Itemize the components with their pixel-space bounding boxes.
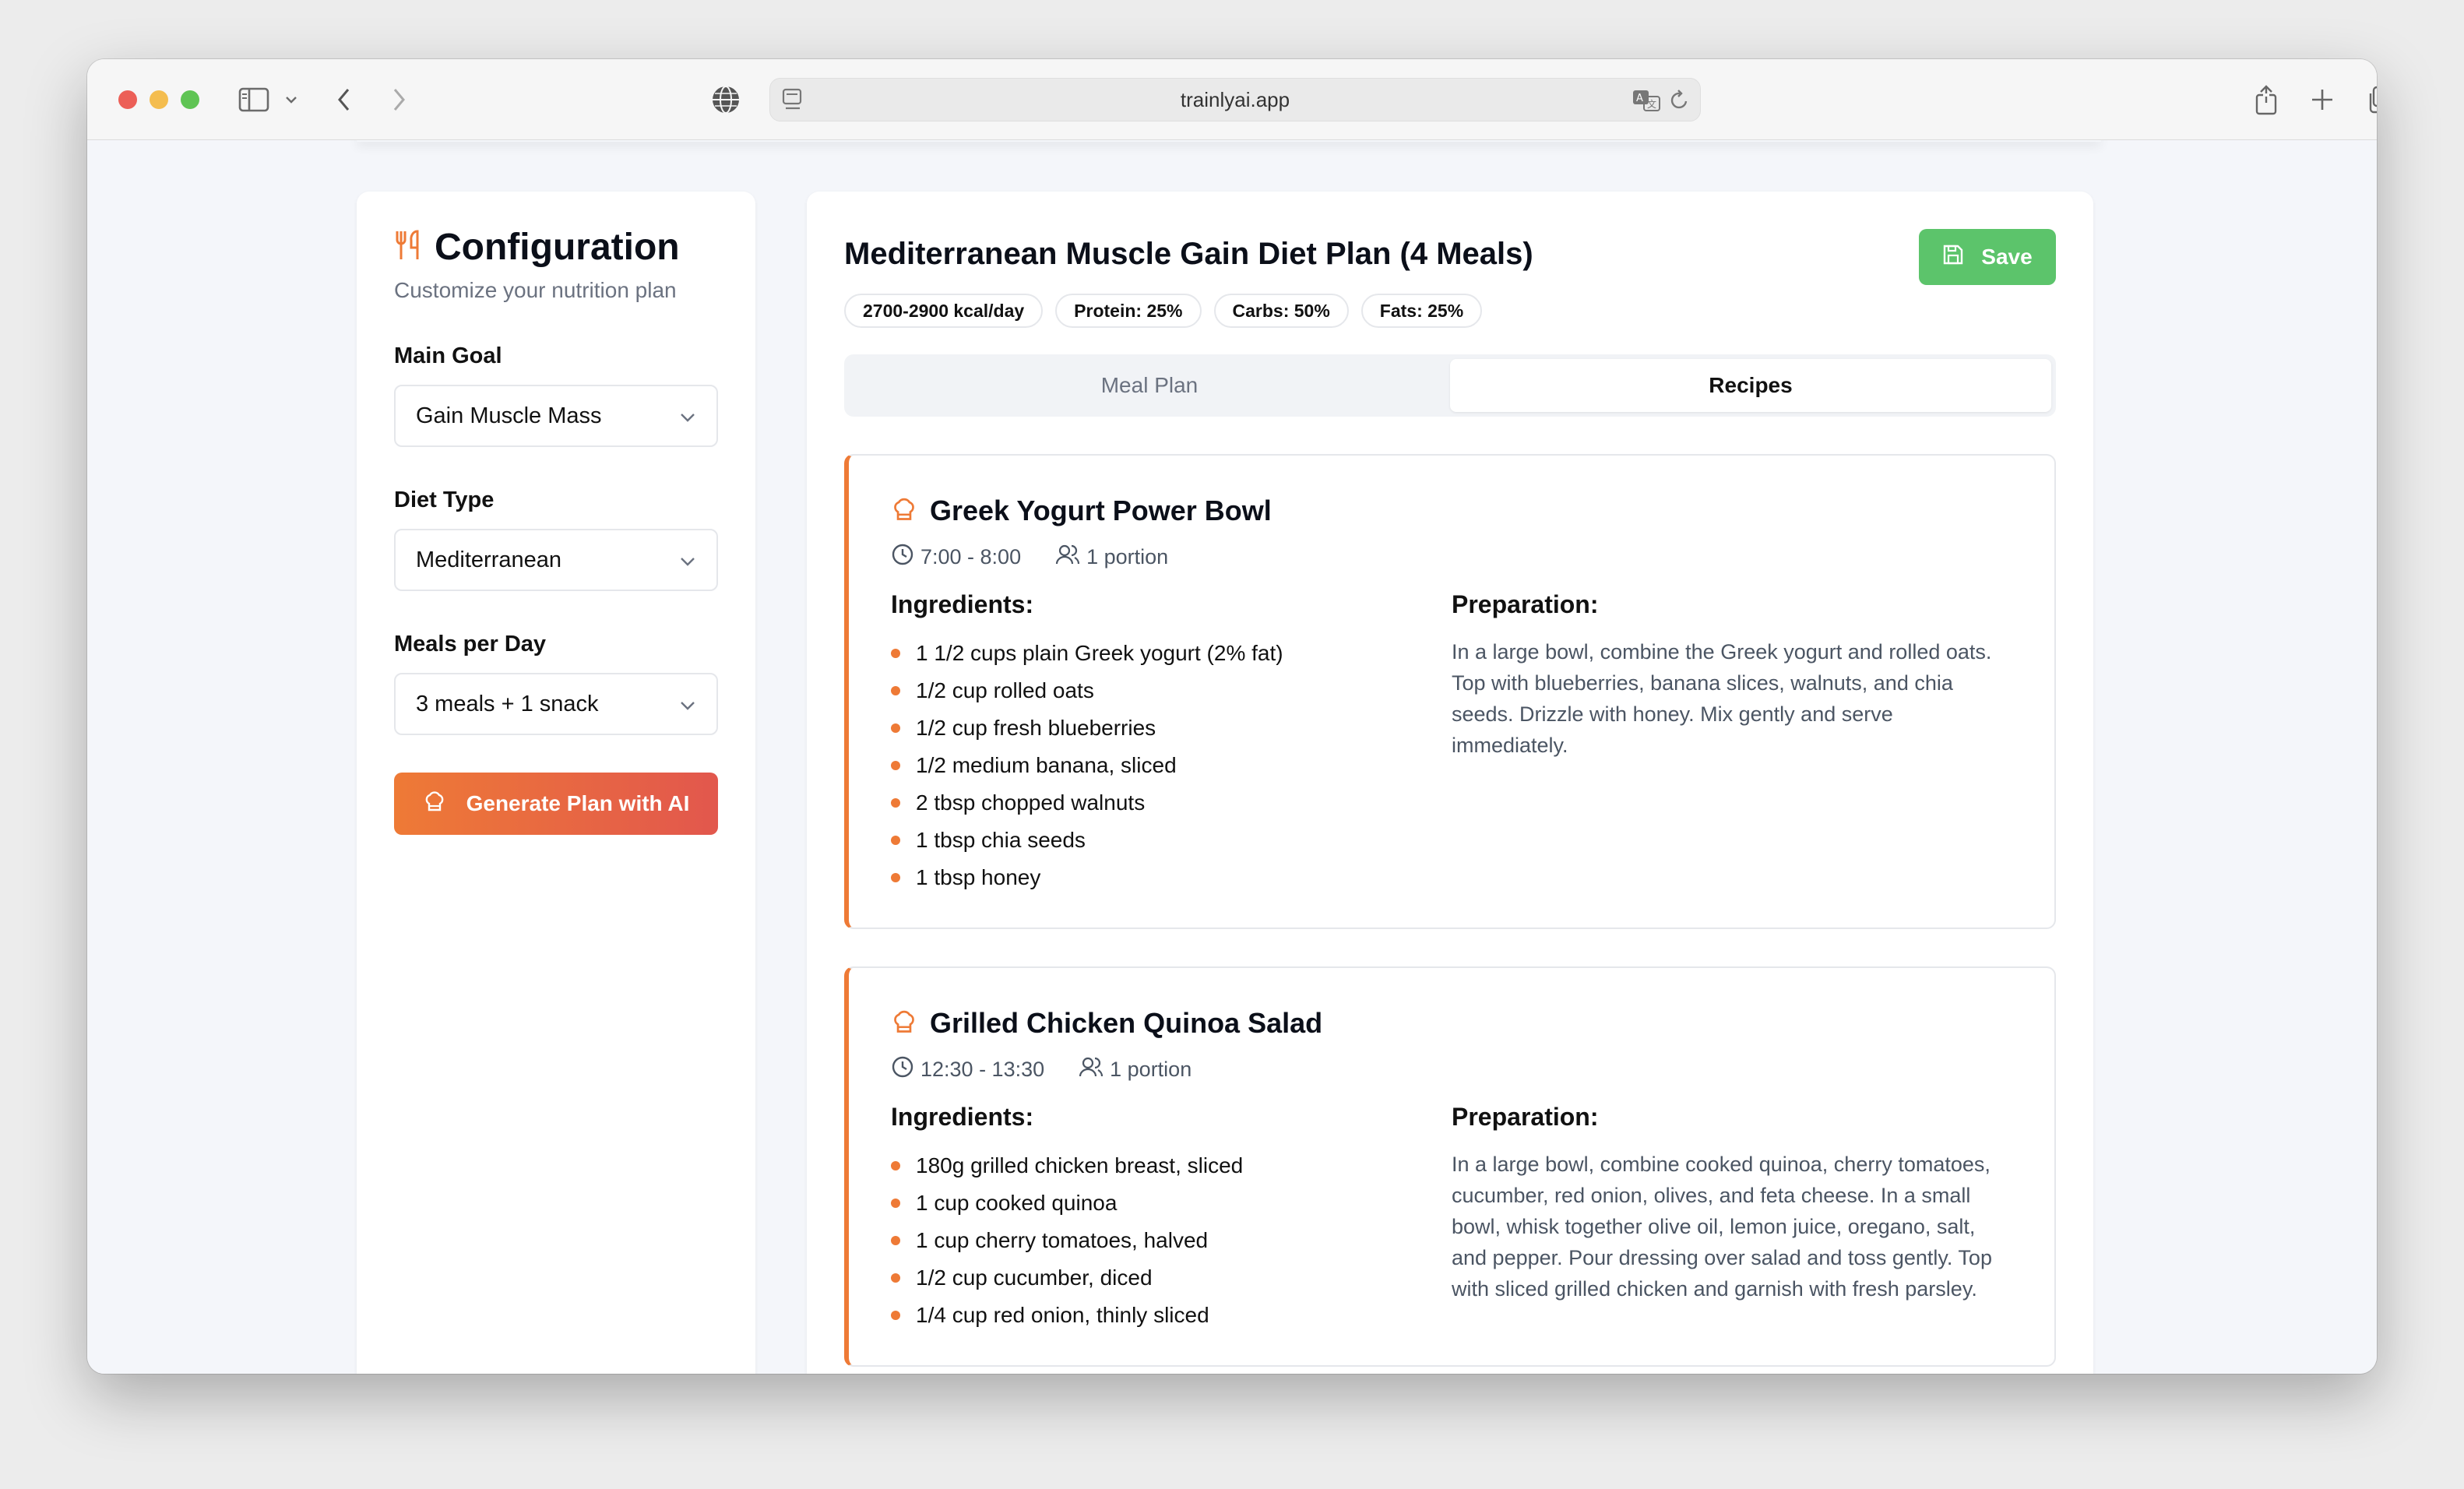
ingredients-section: Ingredients: 180g grilled chicken breast… [891, 1103, 1452, 1334]
recipe-title: Grilled Chicken Quinoa Salad [930, 1007, 1323, 1039]
protein-badge: Protein: 25% [1055, 294, 1202, 328]
ingredients-list: 180g grilled chicken breast, sliced 1 cu… [891, 1147, 1452, 1334]
chef-hat-icon [891, 496, 917, 526]
recipe-time: 12:30 - 13:30 [920, 1058, 1045, 1081]
preparation-section: Preparation: In a large bowl, combine co… [1452, 1103, 2012, 1334]
list-item: 1/2 cup cucumber, diced [891, 1259, 1452, 1297]
url-text: trainlyai.app [1180, 87, 1290, 111]
back-icon[interactable] [326, 81, 363, 118]
users-icon [1055, 543, 1080, 572]
translate-icon[interactable]: A文 [1632, 88, 1663, 117]
preparation-section: Preparation: In a large bowl, combine th… [1452, 590, 2012, 896]
chef-hat-icon [423, 790, 446, 818]
plan-title: Mediterranean Muscle Gain Diet Plan (4 M… [844, 237, 1533, 271]
clock-icon [891, 1055, 914, 1084]
diet-type-select[interactable]: Mediterranean [394, 529, 718, 591]
list-item: 1/4 cup red onion, thinly sliced [891, 1297, 1452, 1334]
recipe-time: 7:00 - 8:00 [920, 545, 1022, 568]
configuration-subtitle: Customize your nutrition plan [394, 278, 677, 302]
tab-recipes[interactable]: Recipes [1450, 359, 2051, 412]
recipe-meta: 12:30 - 13:30 1 portion [891, 1055, 2012, 1084]
preparation-heading: Preparation: [1452, 1103, 1599, 1131]
forward-icon[interactable] [380, 81, 417, 118]
users-icon [1079, 1055, 1104, 1084]
diet-type-label: Diet Type [394, 488, 495, 512]
recipe-title: Greek Yogurt Power Bowl [930, 495, 1272, 526]
fats-badge: Fats: 25% [1360, 294, 1483, 328]
svg-text:A: A [1636, 93, 1643, 104]
page-settings-icon[interactable] [781, 86, 804, 117]
chef-hat-icon [891, 1009, 917, 1039]
save-label: Save [1981, 245, 2033, 269]
sidebar-toggle-icon[interactable] [235, 81, 273, 118]
address-bar[interactable]: trainlyai.app A文 [769, 78, 1701, 121]
chevron-down-icon[interactable] [280, 81, 302, 118]
recipe-card: Greek Yogurt Power Bowl 7:00 - 8:00 1 po… [844, 454, 2056, 929]
list-item: 1/2 medium banana, sliced [891, 747, 1452, 784]
chevron-down-icon [679, 692, 696, 717]
recipe-body: Ingredients: 180g grilled chicken breast… [891, 1103, 2012, 1334]
list-item: 1 cup cherry tomatoes, halved [891, 1222, 1452, 1259]
header-shadow [357, 140, 2101, 142]
list-item: 1 tbsp chia seeds [891, 822, 1452, 859]
list-item: 180g grilled chicken breast, sliced [891, 1147, 1452, 1185]
main-goal-label: Main Goal [394, 343, 502, 368]
calories-badge: 2700-2900 kcal/day [844, 294, 1044, 328]
tab-meal-plan[interactable]: Meal Plan [849, 359, 1450, 412]
recipe-meta: 7:00 - 8:00 1 portion [891, 543, 2012, 572]
chevron-down-icon [679, 403, 696, 429]
configuration-header: Configuration [394, 226, 718, 269]
list-item: 1 tbsp honey [891, 859, 1452, 896]
close-window-button[interactable] [118, 90, 137, 109]
main-goal-value: Gain Muscle Mass [416, 403, 602, 428]
macro-badges: 2700-2900 kcal/day Protein: 25% Carbs: 5… [844, 294, 2056, 328]
preparation-text: In a large bowl, combine cooked quinoa, … [1452, 1153, 1992, 1301]
configuration-title: Configuration [435, 227, 680, 268]
list-item: 1 cup cooked quinoa [891, 1185, 1452, 1222]
main-goal-select[interactable]: Gain Muscle Mass [394, 385, 718, 447]
meals-per-day-select[interactable]: 3 meals + 1 snack [394, 673, 718, 735]
save-icon [1942, 244, 1964, 271]
ingredients-section: Ingredients: 1 1/2 cups plain Greek yogu… [891, 590, 1452, 896]
utensils-icon [394, 229, 424, 266]
list-item: 2 tbsp chopped walnuts [891, 784, 1452, 822]
browser-toolbar: trainlyai.app A文 [87, 59, 2377, 140]
list-item: 1 1/2 cups plain Greek yogurt (2% fat) [891, 635, 1452, 672]
preparation-text: In a large bowl, combine the Greek yogur… [1452, 640, 1992, 757]
carbs-badge: Carbs: 50% [1213, 294, 1349, 328]
ingredients-list: 1 1/2 cups plain Greek yogurt (2% fat) 1… [891, 635, 1452, 896]
recipe-header: Greek Yogurt Power Bowl [891, 495, 2012, 527]
diet-type-value: Mediterranean [416, 547, 561, 572]
chevron-down-icon [679, 547, 696, 573]
plan-tabs: Meal Plan Recipes [844, 354, 2056, 417]
recipe-header: Grilled Chicken Quinoa Salad [891, 1007, 2012, 1040]
globe-icon[interactable] [707, 81, 744, 118]
reload-icon[interactable] [1669, 89, 1691, 116]
svg-text:文: 文 [1647, 98, 1656, 110]
generate-plan-label: Generate Plan with AI [466, 791, 690, 815]
tab-overview-icon[interactable] [2361, 81, 2377, 118]
minimize-window-button[interactable] [150, 90, 168, 109]
ingredients-heading: Ingredients: [891, 1103, 1034, 1131]
save-button[interactable]: Save [1919, 229, 2056, 285]
clock-icon [891, 543, 914, 572]
browser-window: trainlyai.app A文 Configuration Customize… [87, 59, 2377, 1374]
recipe-portion: 1 portion [1086, 545, 1169, 568]
preparation-heading: Preparation: [1452, 590, 1599, 618]
configuration-panel: Configuration Customize your nutrition p… [357, 192, 755, 1374]
meals-per-day-value: 3 meals + 1 snack [416, 691, 599, 716]
meals-per-day-label: Meals per Day [394, 632, 547, 656]
new-tab-icon[interactable] [2304, 81, 2341, 118]
diet-plan-panel: Mediterranean Muscle Gain Diet Plan (4 M… [807, 192, 2093, 1374]
generate-plan-button[interactable]: Generate Plan with AI [394, 773, 718, 835]
list-item: 1/2 cup fresh blueberries [891, 709, 1452, 747]
recipe-portion: 1 portion [1110, 1058, 1192, 1081]
zoom-window-button[interactable] [181, 90, 199, 109]
page-content: Configuration Customize your nutrition p… [87, 140, 2377, 1374]
ingredients-heading: Ingredients: [891, 590, 1034, 618]
recipe-body: Ingredients: 1 1/2 cups plain Greek yogu… [891, 590, 2012, 896]
recipe-card: Grilled Chicken Quinoa Salad 12:30 - 13:… [844, 966, 2056, 1367]
list-item: 1/2 cup rolled oats [891, 672, 1452, 709]
share-icon[interactable] [2248, 81, 2285, 118]
